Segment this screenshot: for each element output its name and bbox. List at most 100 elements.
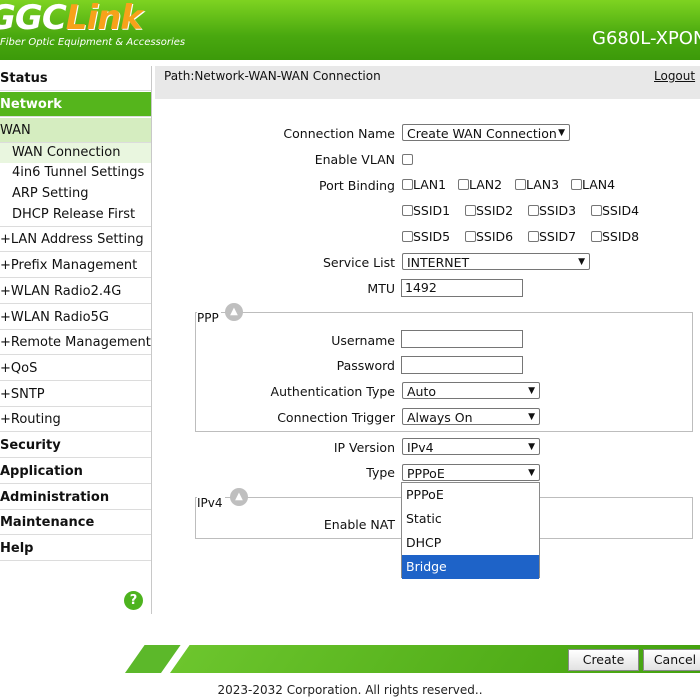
enable-vlan-checkbox[interactable] bbox=[402, 153, 413, 167]
sidebar-item-prefix-management[interactable]: +Prefix Management bbox=[0, 253, 151, 278]
port-binding-label: Port Binding bbox=[319, 178, 395, 193]
sidebar-item-help[interactable]: Help bbox=[0, 536, 151, 561]
sidebar-item-remote-management[interactable]: +Remote Management bbox=[0, 330, 151, 355]
sidebar-item-wlan-radio24[interactable]: +WLAN Radio2.4G bbox=[0, 279, 151, 304]
sidebar-item-label: +QoS bbox=[0, 361, 38, 376]
conn-trigger-label: Connection Trigger bbox=[277, 410, 395, 425]
checkbox-icon bbox=[528, 231, 539, 242]
logo-text-link: Link bbox=[65, 0, 143, 38]
sidebar-item-qos[interactable]: +QoS bbox=[0, 356, 151, 381]
sidebar-item-security[interactable]: Security bbox=[0, 433, 151, 458]
sidebar-item-maintenance[interactable]: Maintenance bbox=[0, 510, 151, 535]
logout-link[interactable]: Logout bbox=[654, 69, 695, 83]
chevron-down-icon: ▼ bbox=[578, 257, 585, 267]
sidebar-item-wan[interactable]: WAN bbox=[0, 118, 151, 143]
sidebar-item-label: Maintenance bbox=[0, 515, 95, 530]
conn-trigger-select[interactable]: Always On ▼ bbox=[402, 408, 540, 425]
sidebar-menu: Status Network WAN WAN Connection 4in6 T… bbox=[0, 66, 152, 614]
type-select[interactable]: PPPoE ▼ bbox=[402, 464, 540, 481]
checkbox-icon bbox=[402, 179, 413, 190]
sidebar-item-application[interactable]: Application bbox=[0, 459, 151, 484]
sidebar-item-label: +Routing bbox=[0, 412, 61, 427]
ipv4-legend: IPv4 bbox=[197, 496, 225, 510]
port-label: SSID4 bbox=[602, 203, 640, 218]
sidebar-item-wlan-radio5[interactable]: +WLAN Radio5G bbox=[0, 305, 151, 330]
checkbox-icon bbox=[465, 231, 476, 242]
copyright-text: 2023-2032 Corporation. All rights reserv… bbox=[217, 683, 483, 697]
sidebar-item-status[interactable]: Status bbox=[0, 66, 151, 91]
sidebar-item-label: Application bbox=[0, 464, 83, 479]
password-label: Password bbox=[336, 358, 395, 373]
sidebar-item-label: Security bbox=[0, 438, 61, 453]
sidebar-item-wan-connection[interactable]: WAN Connection bbox=[0, 143, 151, 163]
sidebar-item-sntp[interactable]: +SNTP bbox=[0, 382, 151, 407]
port-ssid8-checkbox[interactable]: SSID8 bbox=[591, 230, 639, 244]
port-label: LAN4 bbox=[582, 177, 616, 192]
ip-version-select[interactable]: IPv4 ▼ bbox=[402, 438, 540, 455]
header-banner: GGCLink Fiber Optic Equipment & Accessor… bbox=[0, 0, 700, 60]
help-icon[interactable]: ? bbox=[124, 591, 143, 610]
sidebar-item-administration[interactable]: Administration bbox=[0, 485, 151, 510]
type-option-pppoe[interactable]: PPPoE bbox=[402, 483, 539, 507]
collapse-up-icon[interactable]: ▲ bbox=[230, 488, 248, 506]
auth-type-value: Auto bbox=[407, 384, 437, 399]
username-label: Username bbox=[331, 333, 395, 348]
sidebar-item-label: ARP Setting bbox=[12, 186, 89, 201]
type-option-dhcp[interactable]: DHCP bbox=[402, 531, 539, 555]
checkbox-icon bbox=[465, 205, 476, 216]
sidebar-item-label: Status bbox=[0, 71, 48, 86]
port-ssid3-checkbox[interactable]: SSID3 bbox=[528, 204, 576, 218]
port-ssid7-checkbox[interactable]: SSID7 bbox=[528, 230, 576, 244]
connection-name-select[interactable]: Create WAN Connection ▼ bbox=[402, 124, 570, 141]
sidebar-item-label: +LAN Address Setting bbox=[0, 232, 144, 247]
checkbox-icon bbox=[571, 179, 582, 190]
port-lan4-checkbox[interactable]: LAN4 bbox=[571, 178, 615, 192]
sidebar-item-label: Administration bbox=[0, 490, 110, 505]
enable-vlan-label: Enable VLAN bbox=[314, 152, 395, 167]
collapse-up-icon[interactable]: ▲ bbox=[225, 303, 243, 321]
sidebar-item-label: DHCP Release First bbox=[12, 207, 136, 222]
mtu-input[interactable]: 1492 bbox=[401, 279, 523, 297]
port-label: LAN1 bbox=[413, 177, 447, 192]
checkbox-icon bbox=[402, 231, 413, 242]
sidebar-item-label: Help bbox=[0, 541, 34, 556]
port-ssid2-checkbox[interactable]: SSID2 bbox=[465, 204, 513, 218]
port-ssid5-checkbox[interactable]: SSID5 bbox=[402, 230, 450, 244]
port-ssid1-checkbox[interactable]: SSID1 bbox=[402, 204, 450, 218]
checkbox-icon bbox=[528, 205, 539, 216]
chevron-down-icon: ▼ bbox=[528, 412, 535, 422]
port-label: SSID1 bbox=[413, 203, 451, 218]
type-option-bridge[interactable]: Bridge bbox=[402, 555, 539, 579]
checkbox-icon bbox=[591, 205, 602, 216]
cancel-button[interactable]: Cancel bbox=[643, 649, 700, 671]
sidebar-item-dhcp-release[interactable]: DHCP Release First bbox=[0, 205, 151, 227]
port-lan1-checkbox[interactable]: LAN1 bbox=[402, 178, 446, 192]
password-input[interactable] bbox=[401, 356, 523, 374]
port-ssid4-checkbox[interactable]: SSID4 bbox=[591, 204, 639, 218]
sidebar-item-arp-setting[interactable]: ARP Setting bbox=[0, 184, 151, 204]
username-input[interactable] bbox=[401, 330, 523, 348]
sidebar-item-network[interactable]: Network bbox=[0, 92, 151, 117]
type-option-static[interactable]: Static bbox=[402, 507, 539, 531]
service-list-select[interactable]: INTERNET ▼ bbox=[402, 253, 590, 270]
sidebar-item-label: +WLAN Radio5G bbox=[0, 310, 109, 325]
port-ssid6-checkbox[interactable]: SSID6 bbox=[465, 230, 513, 244]
breadcrumb: Path:Network-WAN-WAN Connection bbox=[164, 69, 381, 83]
connection-name-label: Connection Name bbox=[283, 126, 395, 141]
port-lan2-checkbox[interactable]: LAN2 bbox=[458, 178, 502, 192]
create-button[interactable]: Create bbox=[568, 649, 639, 671]
sidebar-item-routing[interactable]: +Routing bbox=[0, 407, 151, 432]
sidebar-item-4in6-tunnel[interactable]: 4in6 Tunnel Settings bbox=[0, 163, 151, 183]
port-label: LAN2 bbox=[469, 177, 503, 192]
chevron-down-icon: ▼ bbox=[528, 386, 535, 396]
port-lan3-checkbox[interactable]: LAN3 bbox=[515, 178, 559, 192]
sidebar-item-label: +Remote Management bbox=[0, 335, 151, 350]
sidebar-item-lan-address[interactable]: +LAN Address Setting bbox=[0, 227, 151, 252]
path-bar: Path:Network-WAN-WAN Connection Logout bbox=[155, 66, 700, 99]
checkbox-icon bbox=[402, 154, 413, 165]
port-label: SSID5 bbox=[413, 229, 451, 244]
type-dropdown-list: PPPoE Static DHCP Bridge bbox=[401, 482, 540, 579]
auth-type-select[interactable]: Auto ▼ bbox=[402, 382, 540, 399]
sidebar-item-label: 4in6 Tunnel Settings bbox=[12, 165, 145, 180]
device-model: G680L-XPON bbox=[592, 28, 700, 49]
